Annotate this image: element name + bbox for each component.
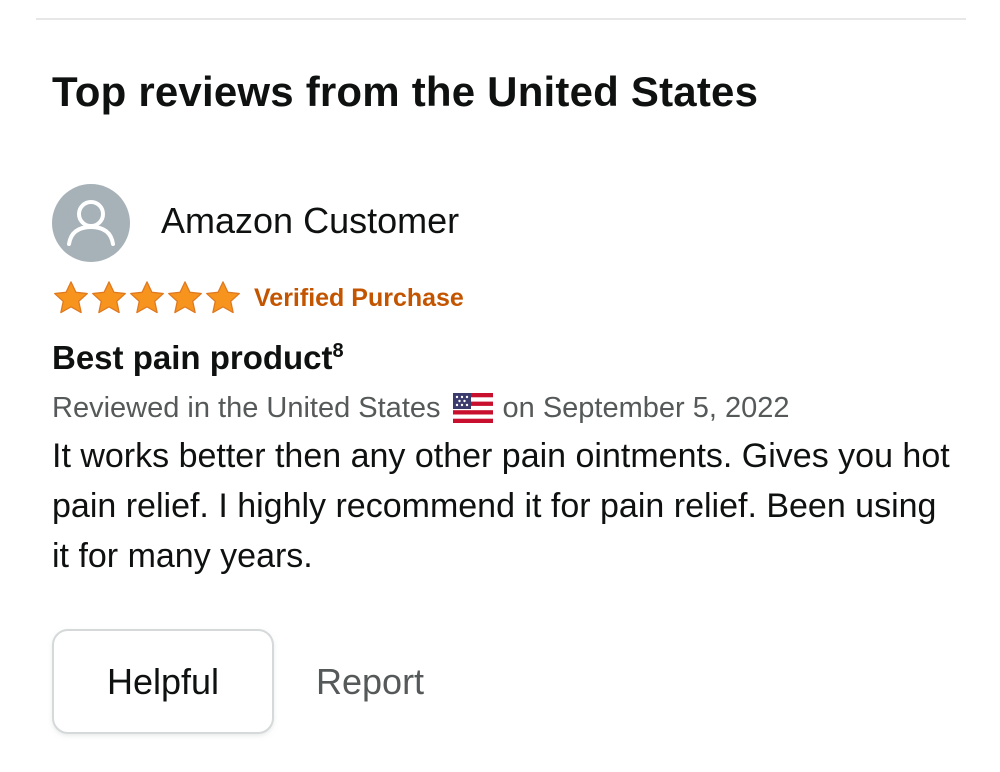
review-location: Reviewed in the United States: [52, 392, 441, 424]
verified-purchase-badge: Verified Purchase: [254, 284, 464, 312]
review-meta: Reviewed in the United States on Septemb…: [52, 390, 952, 426]
rating-row: Verified Purchase: [52, 278, 952, 318]
person-silhouette-icon: [67, 200, 115, 246]
star-icon: [128, 279, 166, 317]
star-icon: [204, 279, 242, 317]
reviewer-name[interactable]: Amazon Customer: [161, 199, 459, 243]
review-title-superscript: 8: [332, 340, 344, 362]
helpful-button[interactable]: Helpful: [52, 629, 274, 734]
star-rating[interactable]: [52, 279, 242, 317]
review-title-text: Best pain product: [52, 339, 333, 376]
star-icon: [166, 279, 204, 317]
review-date: on September 5, 2022: [502, 392, 790, 424]
review-body: It works better then any other pain oint…: [52, 437, 950, 575]
us-flag-icon: [452, 393, 493, 423]
review-card: Amazon Customer Verified Purchase Best p…: [52, 184, 952, 734]
avatar[interactable]: [52, 184, 130, 262]
report-link[interactable]: Report: [316, 661, 424, 703]
star-icon: [90, 279, 128, 317]
star-icon: [52, 279, 90, 317]
top-divider: [36, 18, 966, 20]
reviewer-profile[interactable]: Amazon Customer: [52, 184, 952, 262]
review-actions: Helpful Report: [52, 629, 952, 734]
review-title[interactable]: Best pain product8: [52, 338, 952, 378]
section-title: Top reviews from the United States: [52, 68, 759, 115]
